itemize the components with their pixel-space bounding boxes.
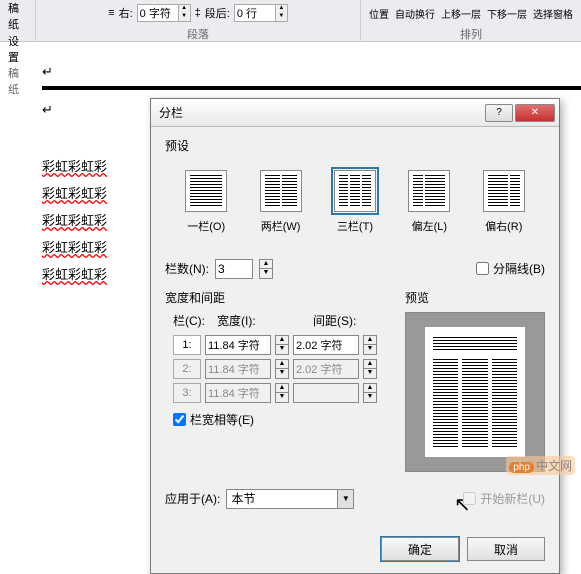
width-header: 宽度(I): — [217, 312, 313, 329]
cancel-button[interactable]: 取消 — [467, 537, 545, 561]
spacing-input — [293, 383, 359, 403]
width-spinner: ▲▼ — [275, 383, 289, 403]
arrange-item[interactable]: 上移一层 — [441, 6, 481, 21]
preset-left[interactable]: 偏左(L) — [404, 166, 454, 238]
row-index: 3: — [173, 383, 201, 403]
preset-one[interactable]: 一栏(O) — [181, 166, 231, 238]
columns-dialog: 分栏 ? ✕ 预设 一栏(O) 两栏(W) 三栏(T) 偏左(L) — [150, 98, 560, 574]
indent-right-icon: ≡ — [108, 7, 114, 19]
ribbon-group-label: 排列 — [460, 26, 482, 40]
arrange-item[interactable]: 下移一层 — [487, 6, 527, 21]
preset-two[interactable]: 两栏(W) — [256, 166, 306, 238]
preset-right[interactable]: 偏右(R) — [479, 166, 529, 238]
spacing-input[interactable] — [293, 335, 359, 355]
dialog-titlebar[interactable]: 分栏 ? ✕ — [151, 99, 559, 127]
arrange-item[interactable]: 选择窗格 — [533, 6, 573, 21]
spin-up-icon: ▲ — [260, 260, 272, 269]
equal-width-label: 栏宽相等(E) — [190, 411, 254, 428]
col-count-spinner[interactable]: ▲▼ — [259, 259, 273, 279]
row-index: 2: — [173, 359, 201, 379]
col-count-input[interactable] — [215, 259, 253, 279]
spin-down-icon[interactable]: ▼ — [275, 13, 287, 21]
spin-down-icon[interactable]: ▼ — [178, 13, 190, 21]
divider-checkbox[interactable] — [476, 262, 489, 275]
arrange-item[interactable]: 自动换行 — [395, 6, 435, 21]
width-section-label: 宽度和间距 — [165, 289, 385, 306]
spacing-header: 间距(S): — [313, 312, 356, 329]
spacing-after-label: 段后: — [205, 5, 230, 21]
document-text: 彩虹彩虹彩 — [42, 156, 107, 175]
document-text: 彩虹彩虹彩 — [42, 237, 107, 256]
indent-right-input[interactable]: ▲▼ — [137, 4, 191, 22]
close-button[interactable]: ✕ — [515, 104, 555, 122]
arrange-item[interactable]: 位置 — [369, 6, 389, 21]
indent-right-label: 右: — [119, 5, 133, 21]
ribbon-group-label: 段落 — [187, 26, 209, 40]
equal-width-checkbox[interactable] — [173, 413, 186, 426]
width-spinner: ▲▼ — [275, 359, 289, 379]
spacing-after-icon: ‡ — [195, 7, 201, 19]
presets-label: 预设 — [165, 137, 545, 154]
ribbon-group-paragraph: ≡ 右: ▲▼ ‡ 段后: ▲▼ 段落 — [36, 0, 361, 42]
spacing-spinner: ▲▼ — [363, 359, 377, 379]
document-text: 彩虹彩虹彩 — [42, 210, 107, 229]
width-input — [205, 359, 271, 379]
spin-up-icon[interactable]: ▲ — [178, 5, 190, 13]
document-text: 彩虹彩虹彩 — [42, 183, 107, 202]
start-new-col-checkbox — [463, 492, 476, 505]
para-mark: ↵ — [42, 64, 581, 80]
col-header: 栏(C): — [173, 312, 217, 329]
dialog-title: 分栏 — [159, 104, 485, 121]
ribbon-group-paper: 稿纸 设置 稿纸 — [0, 0, 36, 42]
start-new-col-label: 开始新栏(U) — [480, 490, 545, 507]
spacing-spinner[interactable]: ▲▼ — [363, 335, 377, 355]
width-input[interactable] — [205, 335, 271, 355]
help-button[interactable]: ? — [485, 104, 513, 122]
ribbon-group-arrange: 位置 自动换行 上移一层 下移一层 选择窗格 排列 — [361, 0, 581, 42]
document-text: 彩虹彩虹彩 — [42, 264, 107, 283]
preset-three[interactable]: 三栏(T) — [330, 166, 380, 238]
preview-label: 预览 — [405, 289, 545, 306]
spin-up-icon[interactable]: ▲ — [275, 5, 287, 13]
divider-label: 分隔线(B) — [493, 260, 545, 277]
width-spinner[interactable]: ▲▼ — [275, 335, 289, 355]
spacing-input — [293, 359, 359, 379]
presets-row: 一栏(O) 两栏(W) 三栏(T) 偏左(L) 偏右(R) — [165, 160, 545, 248]
watermark: php中文网 — [506, 456, 575, 475]
spacing-spinner: ▲▼ — [363, 383, 377, 403]
ribbon: 稿纸 设置 稿纸 ≡ 右: ▲▼ ‡ 段后: ▲▼ 段落 位置 自动换行 上移一… — [0, 0, 581, 42]
apply-to-dropdown[interactable]: 本节 ▼ — [226, 489, 354, 509]
spin-down-icon: ▼ — [260, 269, 272, 278]
apply-to-label: 应用于(A): — [165, 490, 220, 507]
horizontal-rule — [42, 86, 581, 90]
preview-box — [405, 312, 545, 472]
spacing-after-input[interactable]: ▲▼ — [234, 4, 288, 22]
row-index: 1: — [173, 335, 201, 355]
col-count-label: 栏数(N): — [165, 260, 209, 277]
ok-button[interactable]: 确定 — [381, 537, 459, 561]
width-input — [205, 383, 271, 403]
